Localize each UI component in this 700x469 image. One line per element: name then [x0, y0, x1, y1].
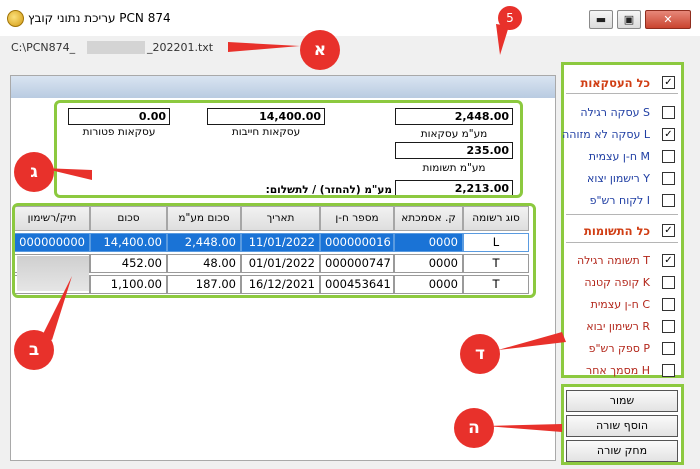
annotation-arrows	[42, 24, 566, 432]
annotation-aleph: א	[300, 30, 340, 70]
arrow-he	[486, 424, 562, 432]
arrow-aleph	[228, 42, 300, 52]
annotation-gimel: ג	[14, 152, 54, 192]
annotation-bet: ב	[14, 330, 54, 370]
annotation-five: 5	[498, 6, 522, 30]
arrow-bet	[42, 276, 72, 340]
arrow-dalet	[498, 332, 566, 350]
annotation-he: ה	[454, 408, 494, 448]
annotation-dalet: ד	[460, 334, 500, 374]
